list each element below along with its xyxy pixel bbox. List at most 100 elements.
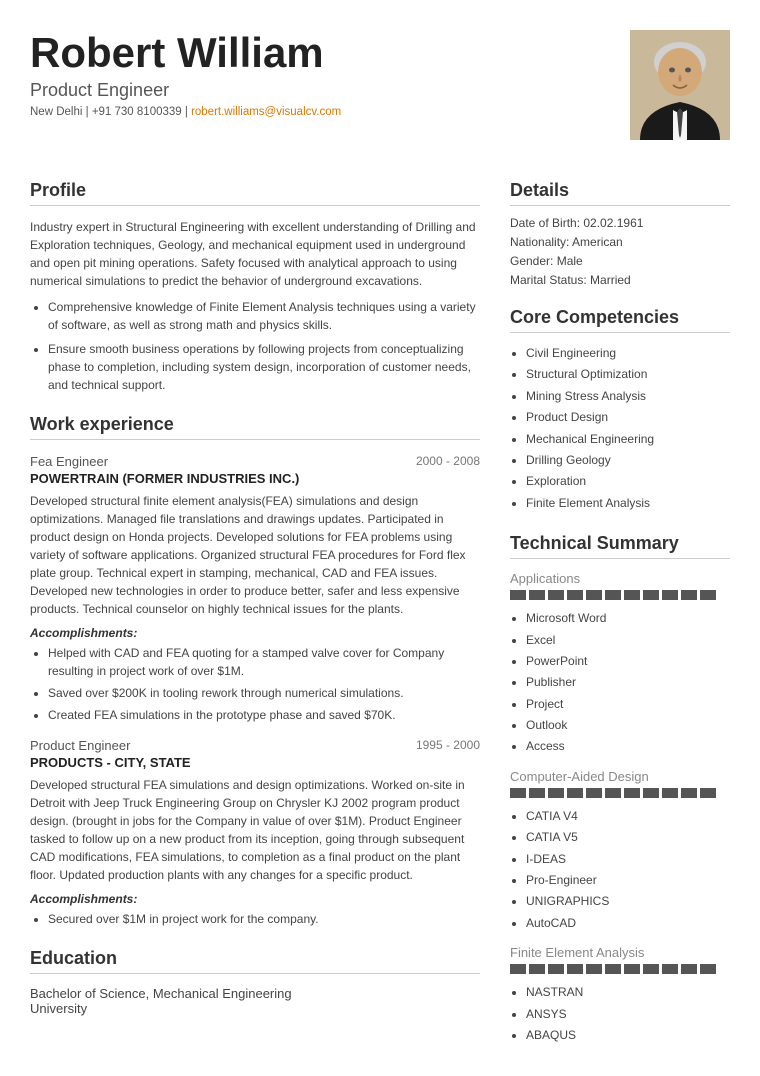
main-content: Profile Industry expert in Structural En… — [0, 160, 760, 1076]
accomplishment-item: Secured over $1M in project work for the… — [48, 910, 480, 928]
location: New Delhi — [30, 106, 82, 118]
details-item: Gender: Male — [510, 254, 730, 268]
skill-segment — [605, 788, 621, 798]
tech-subsection: Applications Microsoft WordExcelPowerPoin… — [510, 571, 730, 757]
skill-segment — [529, 590, 545, 600]
candidate-name: Robert William — [30, 30, 341, 76]
tech-subsection-title: Applications — [510, 571, 730, 586]
accomplishment-item: Saved over $200K in tooling rework throu… — [48, 684, 480, 702]
core-competencies-section: Core Competencies Civil EngineeringStruc… — [510, 307, 730, 513]
details-item: Nationality: American — [510, 235, 730, 249]
left-column: Profile Industry expert in Structural En… — [30, 160, 480, 1046]
technical-summary-section: Technical Summary Applications Microsoft … — [510, 533, 730, 1045]
skill-segment — [643, 590, 659, 600]
candidate-photo — [630, 30, 730, 140]
edu-degree: Bachelor of Science, Mechanical Engineer… — [30, 986, 480, 1001]
tech-subsection-title: Computer-Aided Design — [510, 769, 730, 784]
accomplishments-label: Accomplishments: — [30, 892, 480, 906]
profile-bullet: Ensure smooth business operations by fol… — [48, 340, 480, 394]
jobs-container: Fea Engineer 2000 - 2008 POWERTRAIN (FOR… — [30, 454, 480, 928]
technical-summary-title: Technical Summary — [510, 533, 730, 559]
skill-segment — [586, 964, 602, 974]
tech-subsection: Finite Element Analysis NASTRANANSYSABAQU… — [510, 945, 730, 1045]
education-section: Education Bachelor of Science, Mechanica… — [30, 948, 480, 1016]
competency-item: Mechanical Engineering — [526, 429, 730, 449]
accomplishment-item: Helped with CAD and FEA quoting for a st… — [48, 644, 480, 680]
skill-segment — [681, 788, 697, 798]
education-title: Education — [30, 948, 480, 974]
details-container: Date of Birth: 02.02.1961 Nationality: Am… — [510, 216, 730, 287]
header: Robert William Product Engineer New Delh… — [0, 0, 760, 160]
work-experience-title: Work experience — [30, 414, 480, 440]
details-section: Details Date of Birth: 02.02.1961 Nationa… — [510, 180, 730, 287]
skill-segment — [662, 590, 678, 600]
details-title: Details — [510, 180, 730, 206]
competency-item: Exploration — [526, 471, 730, 491]
right-column: Details Date of Birth: 02.02.1961 Nationa… — [510, 160, 730, 1046]
email-link[interactable]: robert.williams@visualcv.com — [191, 106, 341, 118]
profile-bullets: Comprehensive knowledge of Finite Elemen… — [30, 298, 480, 394]
profile-text: Industry expert in Structural Engineerin… — [30, 218, 480, 290]
tech-item: PowerPoint — [526, 651, 730, 671]
details-item: Date of Birth: 02.02.1961 — [510, 216, 730, 230]
skill-segment — [624, 964, 640, 974]
tech-items-list: NASTRANANSYSABAQUS — [510, 982, 730, 1045]
tech-subsection: Computer-Aided DesignCATIA V4CATIA V5I-D… — [510, 769, 730, 933]
competency-item: Mining Stress Analysis — [526, 386, 730, 406]
job-description: Developed structural FEA simulations and… — [30, 776, 480, 884]
skill-segment — [548, 788, 564, 798]
competency-item: Finite Element Analysis — [526, 493, 730, 513]
tech-item: CATIA V5 — [526, 827, 730, 847]
skill-segment — [700, 590, 716, 600]
job-item: Product Engineer 1995 - 2000 PRODUCTS - … — [30, 738, 480, 928]
tech-items-list: Microsoft WordExcelPowerPointPublisherPr… — [510, 608, 730, 757]
skill-segment — [643, 788, 659, 798]
skill-bar — [510, 788, 730, 798]
skill-segment — [567, 964, 583, 974]
skill-segment — [586, 788, 602, 798]
accomplishment-item: Created FEA simulations in the prototype… — [48, 706, 480, 724]
competency-item: Civil Engineering — [526, 343, 730, 363]
job-header: Product Engineer 1995 - 2000 — [30, 738, 480, 753]
accomplishments-list: Helped with CAD and FEA quoting for a st… — [30, 644, 480, 724]
accomplishments-list: Secured over $1M in project work for the… — [30, 910, 480, 928]
job-description: Developed structural finite element anal… — [30, 492, 480, 618]
profile-bullet: Comprehensive knowledge of Finite Elemen… — [48, 298, 480, 334]
skill-segment — [529, 964, 545, 974]
skill-segment — [662, 964, 678, 974]
skill-segment — [567, 590, 583, 600]
skill-segment — [700, 964, 716, 974]
skill-segment — [529, 788, 545, 798]
competencies-list: Civil EngineeringStructural Optimization… — [510, 343, 730, 513]
competency-item: Structural Optimization — [526, 364, 730, 384]
skill-segment — [624, 788, 640, 798]
tech-item: Publisher — [526, 672, 730, 692]
header-contact: New Delhi | +91 730 8100339 | robert.wil… — [30, 106, 341, 118]
job-header: Fea Engineer 2000 - 2008 — [30, 454, 480, 469]
tech-summary-container: Applications Microsoft WordExcelPowerPoin… — [510, 571, 730, 1045]
edu-school: University — [30, 1001, 480, 1016]
tech-subsection-title: Finite Element Analysis — [510, 945, 730, 960]
tech-item: Pro-Engineer — [526, 870, 730, 890]
tech-item: Access — [526, 736, 730, 756]
photo-svg — [630, 30, 730, 140]
skill-segment — [681, 590, 697, 600]
candidate-title: Product Engineer — [30, 80, 341, 101]
skill-segment — [681, 964, 697, 974]
tech-item: NASTRAN — [526, 982, 730, 1002]
job-company: PRODUCTS - CITY, STATE — [30, 755, 480, 770]
tech-item: ANSYS — [526, 1004, 730, 1024]
accomplishments-label: Accomplishments: — [30, 626, 480, 640]
skill-segment — [548, 964, 564, 974]
skill-segment — [510, 788, 526, 798]
phone: +91 730 8100339 — [92, 106, 182, 118]
tech-item: UNIGRAPHICS — [526, 891, 730, 911]
competency-item: Product Design — [526, 407, 730, 427]
job-dates: 2000 - 2008 — [416, 454, 480, 469]
skill-segment — [548, 590, 564, 600]
work-experience-section: Work experience Fea Engineer 2000 - 2008… — [30, 414, 480, 928]
skill-segment — [567, 788, 583, 798]
job-title: Product Engineer — [30, 738, 130, 753]
header-left: Robert William Product Engineer New Delh… — [30, 30, 341, 118]
photo-placeholder — [630, 30, 730, 140]
